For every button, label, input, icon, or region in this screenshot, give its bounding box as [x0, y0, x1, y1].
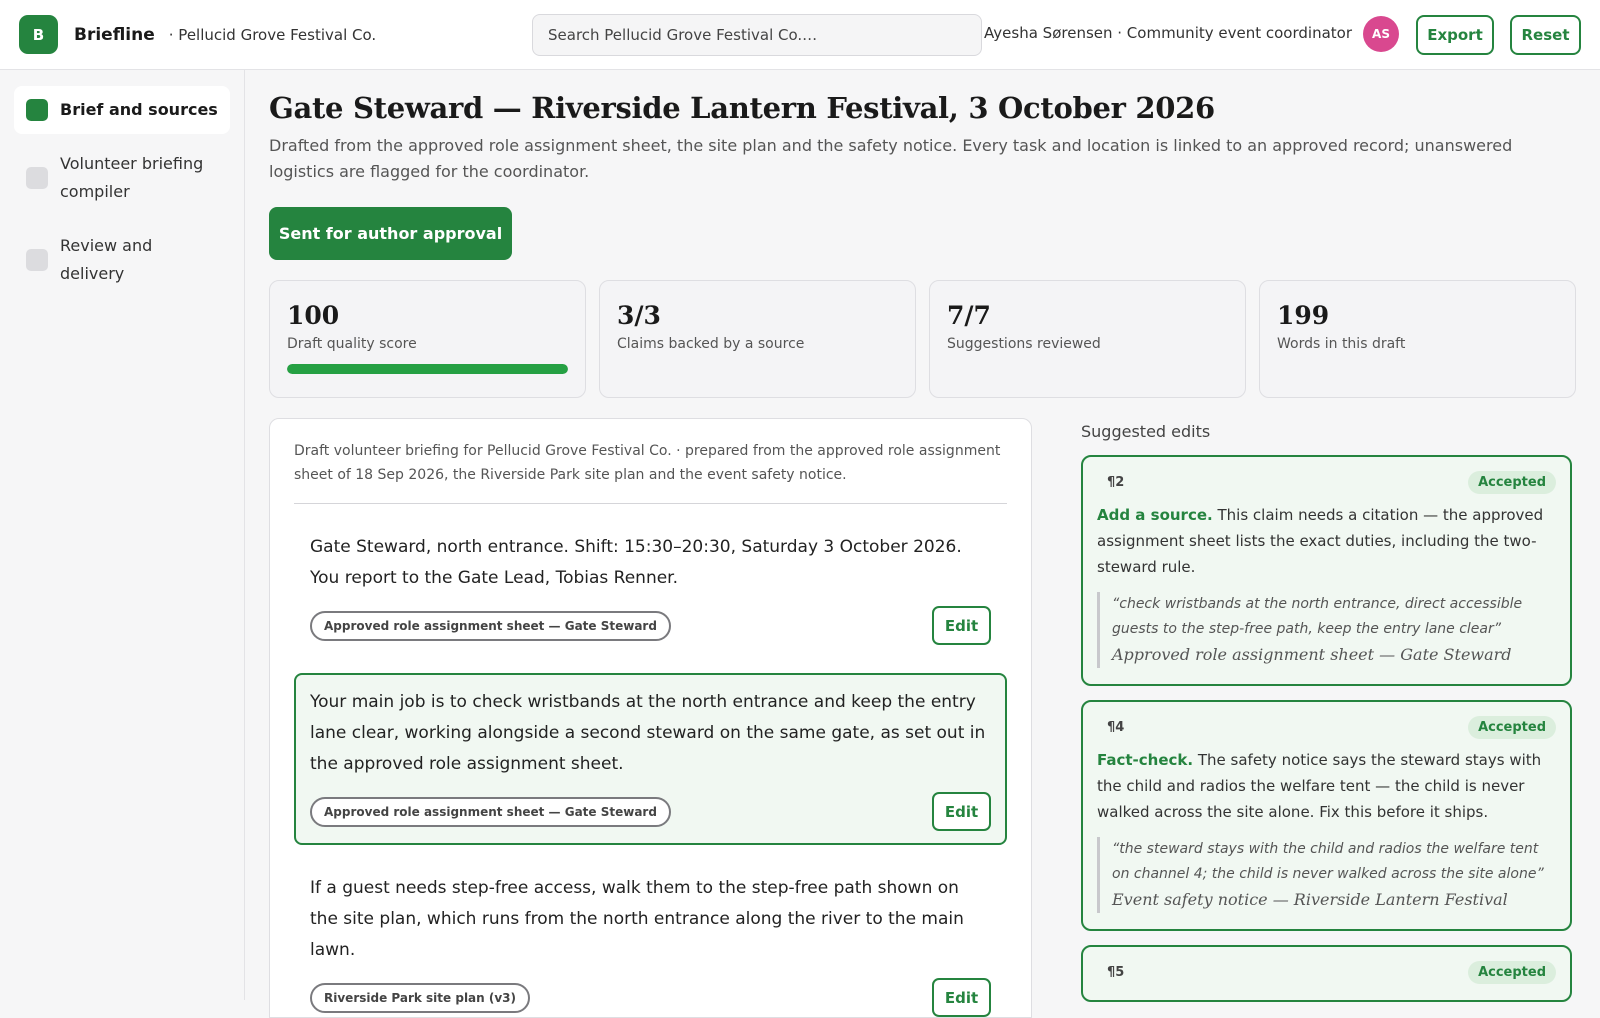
paragraph-ref: ¶2: [1107, 475, 1125, 490]
sidebar-item-label: Brief and sources: [60, 100, 218, 119]
source-chip[interactable]: Riverside Park site plan (v3): [310, 982, 531, 1013]
stat-value: 199: [1277, 301, 1330, 330]
export-button[interactable]: Export: [1416, 15, 1494, 55]
suggestion-card[interactable]: ¶5 Accepted: [1081, 945, 1572, 1002]
stat-label: Claims backed by a source: [617, 336, 805, 352]
user-name: Ayesha Sørensen · Community event coordi…: [984, 24, 1352, 42]
source-quote: “the steward stays with the child and ra…: [1097, 837, 1556, 913]
edit-button[interactable]: Edit: [932, 606, 991, 645]
edit-button[interactable]: Edit: [932, 792, 991, 831]
avatar[interactable]: AS: [1363, 16, 1399, 52]
stat-label: Suggestions reviewed: [947, 336, 1101, 352]
quote-text: “the steward stays with the child and ra…: [1112, 841, 1544, 882]
app-logo: B: [19, 15, 58, 54]
status-badge: Accepted: [1468, 471, 1556, 494]
org-name: · Pellucid Grove Festival Co.: [168, 25, 377, 44]
source-quote: “check wristbands at the north entrance,…: [1097, 592, 1556, 668]
source-chip[interactable]: Approved role assignment sheet — Gate St…: [310, 796, 671, 827]
suggestions-title: Suggested edits: [1081, 422, 1211, 441]
sidebar-item-label: Review and delivery: [60, 236, 153, 283]
edit-button[interactable]: Edit: [932, 978, 991, 1017]
suggestion-card[interactable]: ¶2 Accepted Add a source. This claim nee…: [1081, 455, 1572, 686]
status-button[interactable]: Sent for author approval: [269, 207, 512, 260]
draft-document: Draft volunteer briefing for Pellucid Gr…: [269, 418, 1032, 1018]
reset-button[interactable]: Reset: [1510, 15, 1581, 55]
sidebar: Brief and sources Volunteer briefing com…: [0, 70, 245, 1000]
status-badge: Accepted: [1468, 961, 1556, 984]
brand-name: Briefline: [74, 24, 155, 45]
stat-value: 3/3: [617, 301, 661, 330]
stat-label: Draft quality score: [287, 336, 417, 352]
draft-paragraph[interactable]: If a guest needs step-free access, walk …: [294, 859, 1007, 1017]
stat-card-words: 199 Words in this draft: [1259, 280, 1576, 398]
quality-progress-bar: [287, 364, 568, 374]
paragraph-text: Gate Steward, north entrance. Shift: 15:…: [310, 537, 962, 588]
quote-source: Event safety notice — Riverside Lantern …: [1112, 890, 1508, 909]
paragraph-ref: ¶5: [1107, 965, 1125, 980]
draft-paragraph[interactable]: Gate Steward, north entrance. Shift: 15:…: [294, 518, 1007, 659]
suggestions-panel: Suggested edits ¶2 Accepted Add a source…: [1081, 418, 1575, 1002]
sidebar-item-review-and-delivery[interactable]: Review and delivery: [14, 222, 230, 298]
stat-value: 7/7: [947, 301, 991, 330]
page-subtitle: Drafted from the approved role assignmen…: [269, 136, 1513, 181]
paragraph-text: Your main job is to check wristbands at …: [310, 692, 986, 774]
stats-row: 100 Draft quality score 3/3 Claims backe…: [269, 280, 1576, 398]
quote-text: “check wristbands at the north entrance,…: [1112, 596, 1523, 637]
sidebar-item-label: Volunteer briefing compiler: [60, 154, 204, 201]
stat-card-suggestions: 7/7 Suggestions reviewed: [929, 280, 1246, 398]
stat-card-quality: 100 Draft quality score: [269, 280, 586, 398]
main-content: Gate Steward — Riverside Lantern Festiva…: [269, 70, 1576, 1018]
search-input[interactable]: Search Pellucid Grove Festival Co.…: [532, 14, 982, 56]
suggestion-kind: Fact-check.: [1097, 751, 1194, 769]
sidebar-item-brief-and-sources[interactable]: Brief and sources: [14, 86, 230, 134]
page-title: Gate Steward — Riverside Lantern Festiva…: [269, 91, 1215, 125]
stat-label: Words in this draft: [1277, 336, 1406, 352]
paragraph-ref: ¶4: [1107, 720, 1125, 735]
quality-progress-fill: [287, 364, 568, 374]
suggestion-card[interactable]: ¶4 Accepted Fact-check. The safety notic…: [1081, 700, 1572, 931]
stat-card-claims: 3/3 Claims backed by a source: [599, 280, 916, 398]
sidebar-item-volunteer-briefing-compiler[interactable]: Volunteer briefing compiler: [14, 140, 230, 216]
quote-source: Approved role assignment sheet — Gate St…: [1112, 645, 1512, 664]
step-complete-icon: [26, 99, 48, 121]
stat-value: 100: [287, 301, 340, 330]
draft-paragraph-selected[interactable]: Your main job is to check wristbands at …: [294, 673, 1007, 845]
step-pending-icon: [26, 249, 48, 271]
step-pending-icon: [26, 167, 48, 189]
suggestion-kind: Add a source.: [1097, 506, 1213, 524]
draft-header: Draft volunteer briefing for Pellucid Gr…: [294, 439, 1007, 504]
paragraph-text: If a guest needs step-free access, walk …: [310, 878, 964, 960]
status-badge: Accepted: [1468, 716, 1556, 739]
top-bar: B Briefline · Pellucid Grove Festival Co…: [0, 0, 1600, 70]
source-chip[interactable]: Approved role assignment sheet — Gate St…: [310, 610, 671, 641]
